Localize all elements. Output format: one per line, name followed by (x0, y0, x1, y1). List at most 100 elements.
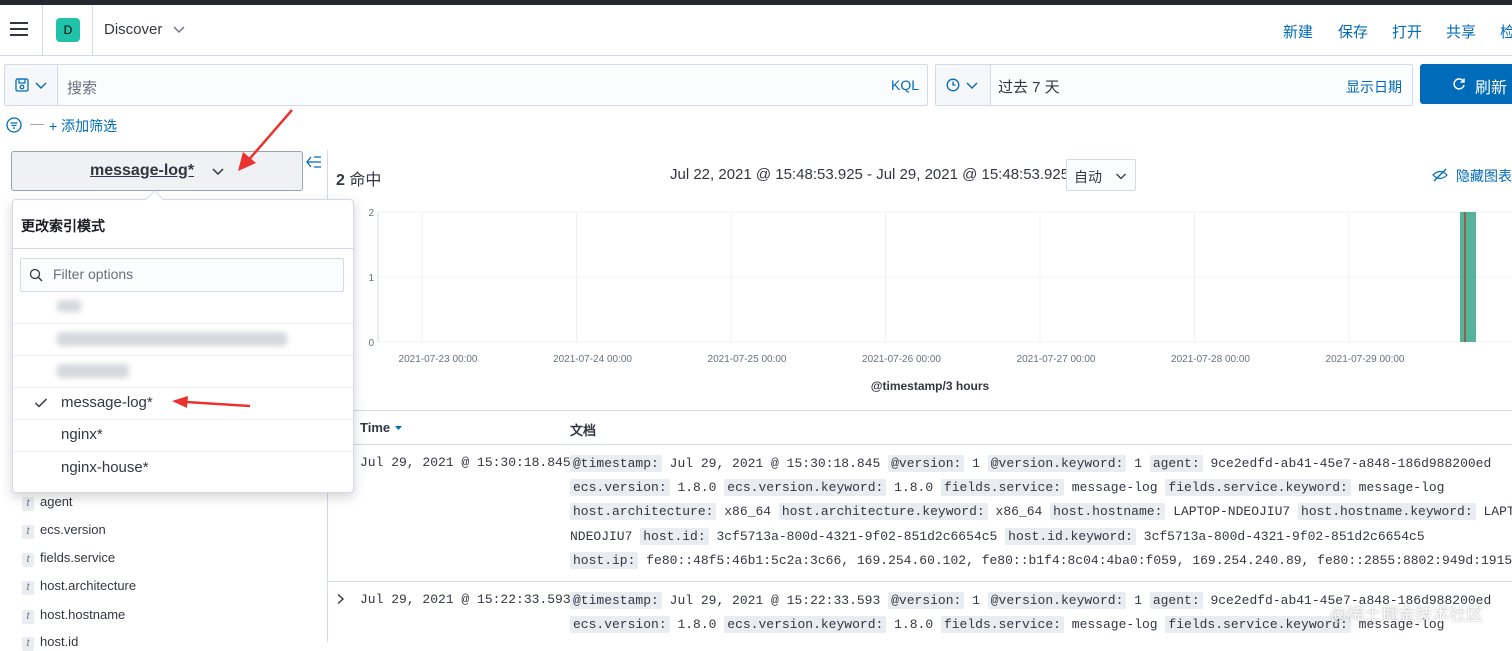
interval-select[interactable]: 自动 (1066, 159, 1136, 191)
field-item[interactable]: t host.id (22, 634, 78, 651)
refresh-label: 刷新 (1475, 80, 1508, 97)
doc-field-key: ecs.version: (570, 479, 670, 497)
doc-field-value: 1 (972, 456, 980, 471)
doc-field-value: message-log (1358, 480, 1445, 496)
doc-field-value: 1 (1134, 456, 1142, 471)
field-item[interactable]: t agent (22, 494, 73, 511)
field-item[interactable]: t fields.service (22, 550, 115, 567)
row-time: Jul 29, 2021 @ 15:30:18.845 (360, 455, 571, 470)
doc-field-key: host.architecture.keyword: (778, 503, 988, 521)
doc-field-value: 9ce2edfd-ab41-45e7-a848-186d988200ed (1210, 456, 1492, 471)
menu-icon[interactable] (10, 22, 28, 36)
new-link[interactable]: 新建 (1283, 21, 1313, 42)
doc-field-key: @timestamp: (570, 455, 662, 472)
histogram-bar (1460, 212, 1476, 342)
y-tick-label: 1 (368, 273, 374, 284)
x-axis-label: @timestamp/3 hours (871, 379, 990, 393)
index-pattern-popover: 更改索引模式 Filter options message-log* nginx… (12, 190, 354, 493)
app-header: D Discover 新建 保存 打开 共享 检 (0, 5, 1512, 56)
breadcrumb-discover[interactable]: Discover (104, 21, 162, 38)
chevron-down-icon[interactable] (172, 22, 186, 39)
interval-value: 自动 (1074, 169, 1102, 185)
doc-field-value: LAPTOP- (1483, 504, 1512, 520)
chevron-down-icon (212, 168, 224, 176)
doc-field-value: Jul 29, 2021 @ 15:30:18.845 (669, 456, 881, 471)
saved-query-button[interactable] (5, 65, 58, 105)
field-name: agent (40, 494, 73, 509)
field-name: fields.service (40, 550, 116, 565)
time-range-value[interactable]: 过去 7 天 (998, 76, 1060, 97)
sort-desc-icon[interactable] (394, 424, 403, 432)
text-type-icon: t (22, 525, 34, 539)
doc-field-value: Jul 29, 2021 @ 15:22:33.593 (669, 593, 881, 608)
x-tick-label: 2021-07-23 00:00 (399, 354, 478, 365)
show-dates-link[interactable]: 显示日期 (1346, 77, 1402, 97)
doc-field-value: message-log (1071, 617, 1158, 633)
doc-field-key: host.architecture: (570, 503, 717, 521)
time-column-header[interactable]: Time (360, 420, 403, 435)
filter-options-input[interactable]: Filter options (20, 258, 344, 292)
doc-line: @timestamp: Jul 29, 2021 @ 15:30:18.845 … (570, 455, 1492, 472)
filter-separator: — (30, 115, 44, 131)
time-range-label: Jul 22, 2021 @ 15:48:53.925 - Jul 29, 20… (670, 166, 1070, 183)
doc-field-value: x86_64 (995, 504, 1043, 520)
doc-field-key: agent: (1149, 592, 1203, 609)
share-link[interactable]: 共享 (1446, 21, 1476, 42)
doc-line: host.architecture: x86_64 host.architect… (570, 503, 1512, 521)
doc-field-key: fields.service: (940, 479, 1064, 497)
popover-arrow (145, 190, 164, 209)
collapse-sidebar-icon[interactable] (306, 156, 322, 168)
x-tick-label: 2021-07-26 00:00 (862, 354, 941, 365)
doc-field-key: host.id: (640, 527, 709, 545)
doc-field-key: agent: (1149, 455, 1203, 472)
doc-field-value: LAPTOP-NDEOJIU7 (1173, 504, 1291, 520)
watermark: @稀土掘金技术社区 (1330, 605, 1484, 624)
doc-field-value: 1.8.0 (894, 617, 934, 633)
doc-field-value: message-log (1071, 480, 1158, 496)
index-option-label: message-log* (61, 394, 153, 411)
doc-field-value: 1 (1134, 593, 1142, 608)
doc-field-value: 1.8.0 (677, 480, 717, 496)
y-tick-label: 2 (368, 208, 374, 219)
save-link[interactable]: 保存 (1338, 21, 1368, 42)
field-item[interactable]: t host.architecture (22, 578, 136, 595)
index-option-redacted[interactable] (13, 323, 353, 356)
x-tick-label: 2021-07-25 00:00 (708, 354, 787, 365)
field-name: host.hostname (40, 607, 126, 622)
index-option-nginx-house[interactable]: nginx-house* (13, 452, 353, 484)
text-type-icon: t (22, 553, 34, 567)
space-avatar[interactable]: D (56, 18, 80, 42)
text-type-icon: t (22, 610, 34, 624)
index-option-redacted[interactable] (13, 291, 353, 324)
doc-field-key: host.ip: (570, 551, 639, 569)
kql-toggle[interactable]: KQL (891, 77, 919, 93)
eye-closed-icon[interactable] (1432, 168, 1448, 182)
field-item[interactable]: t host.hostname (22, 607, 125, 624)
open-link[interactable]: 打开 (1392, 21, 1422, 42)
time-column-label: Time (360, 420, 391, 435)
index-option-nginx[interactable]: nginx* (13, 419, 353, 452)
filter-icon[interactable] (6, 117, 22, 133)
doc-field-value: NDEOJIU7 (570, 528, 633, 544)
doc-field-value: 3cf5713a-800d-4321-9f02-851d2c6654c5 (1143, 528, 1425, 544)
add-filter-link[interactable]: + 添加筛选 (49, 116, 117, 136)
doc-field-key: host.hostname: (1050, 503, 1166, 521)
index-option-redacted[interactable] (13, 355, 353, 388)
popover-divider (13, 248, 353, 249)
inspect-link[interactable]: 检 (1500, 21, 1512, 42)
x-tick-label: 2021-07-28 00:00 (1171, 354, 1250, 365)
refresh-button[interactable]: 刷新 (1420, 64, 1512, 104)
field-item[interactable]: t ecs.version (22, 522, 106, 539)
doc-field-value: x86_64 (724, 504, 772, 520)
doc-field-key: fields.service: (940, 616, 1064, 634)
expand-row-icon[interactable] (336, 593, 346, 605)
table-top-border (328, 410, 1512, 411)
filter-options-placeholder: Filter options (53, 266, 134, 282)
quick-menu-button[interactable] (936, 65, 991, 105)
field-name: host.architecture (40, 578, 137, 593)
hide-chart-link[interactable]: 隐藏图表 (1456, 166, 1512, 186)
doc-line: host.ip: fe80::48f5:46b1:5c2a:3c66, 169.… (570, 551, 1512, 569)
chevron-down-icon (1116, 173, 1126, 180)
search-input[interactable]: 搜索 (67, 77, 97, 98)
date-picker: 过去 7 天 显示日期 (935, 64, 1413, 106)
